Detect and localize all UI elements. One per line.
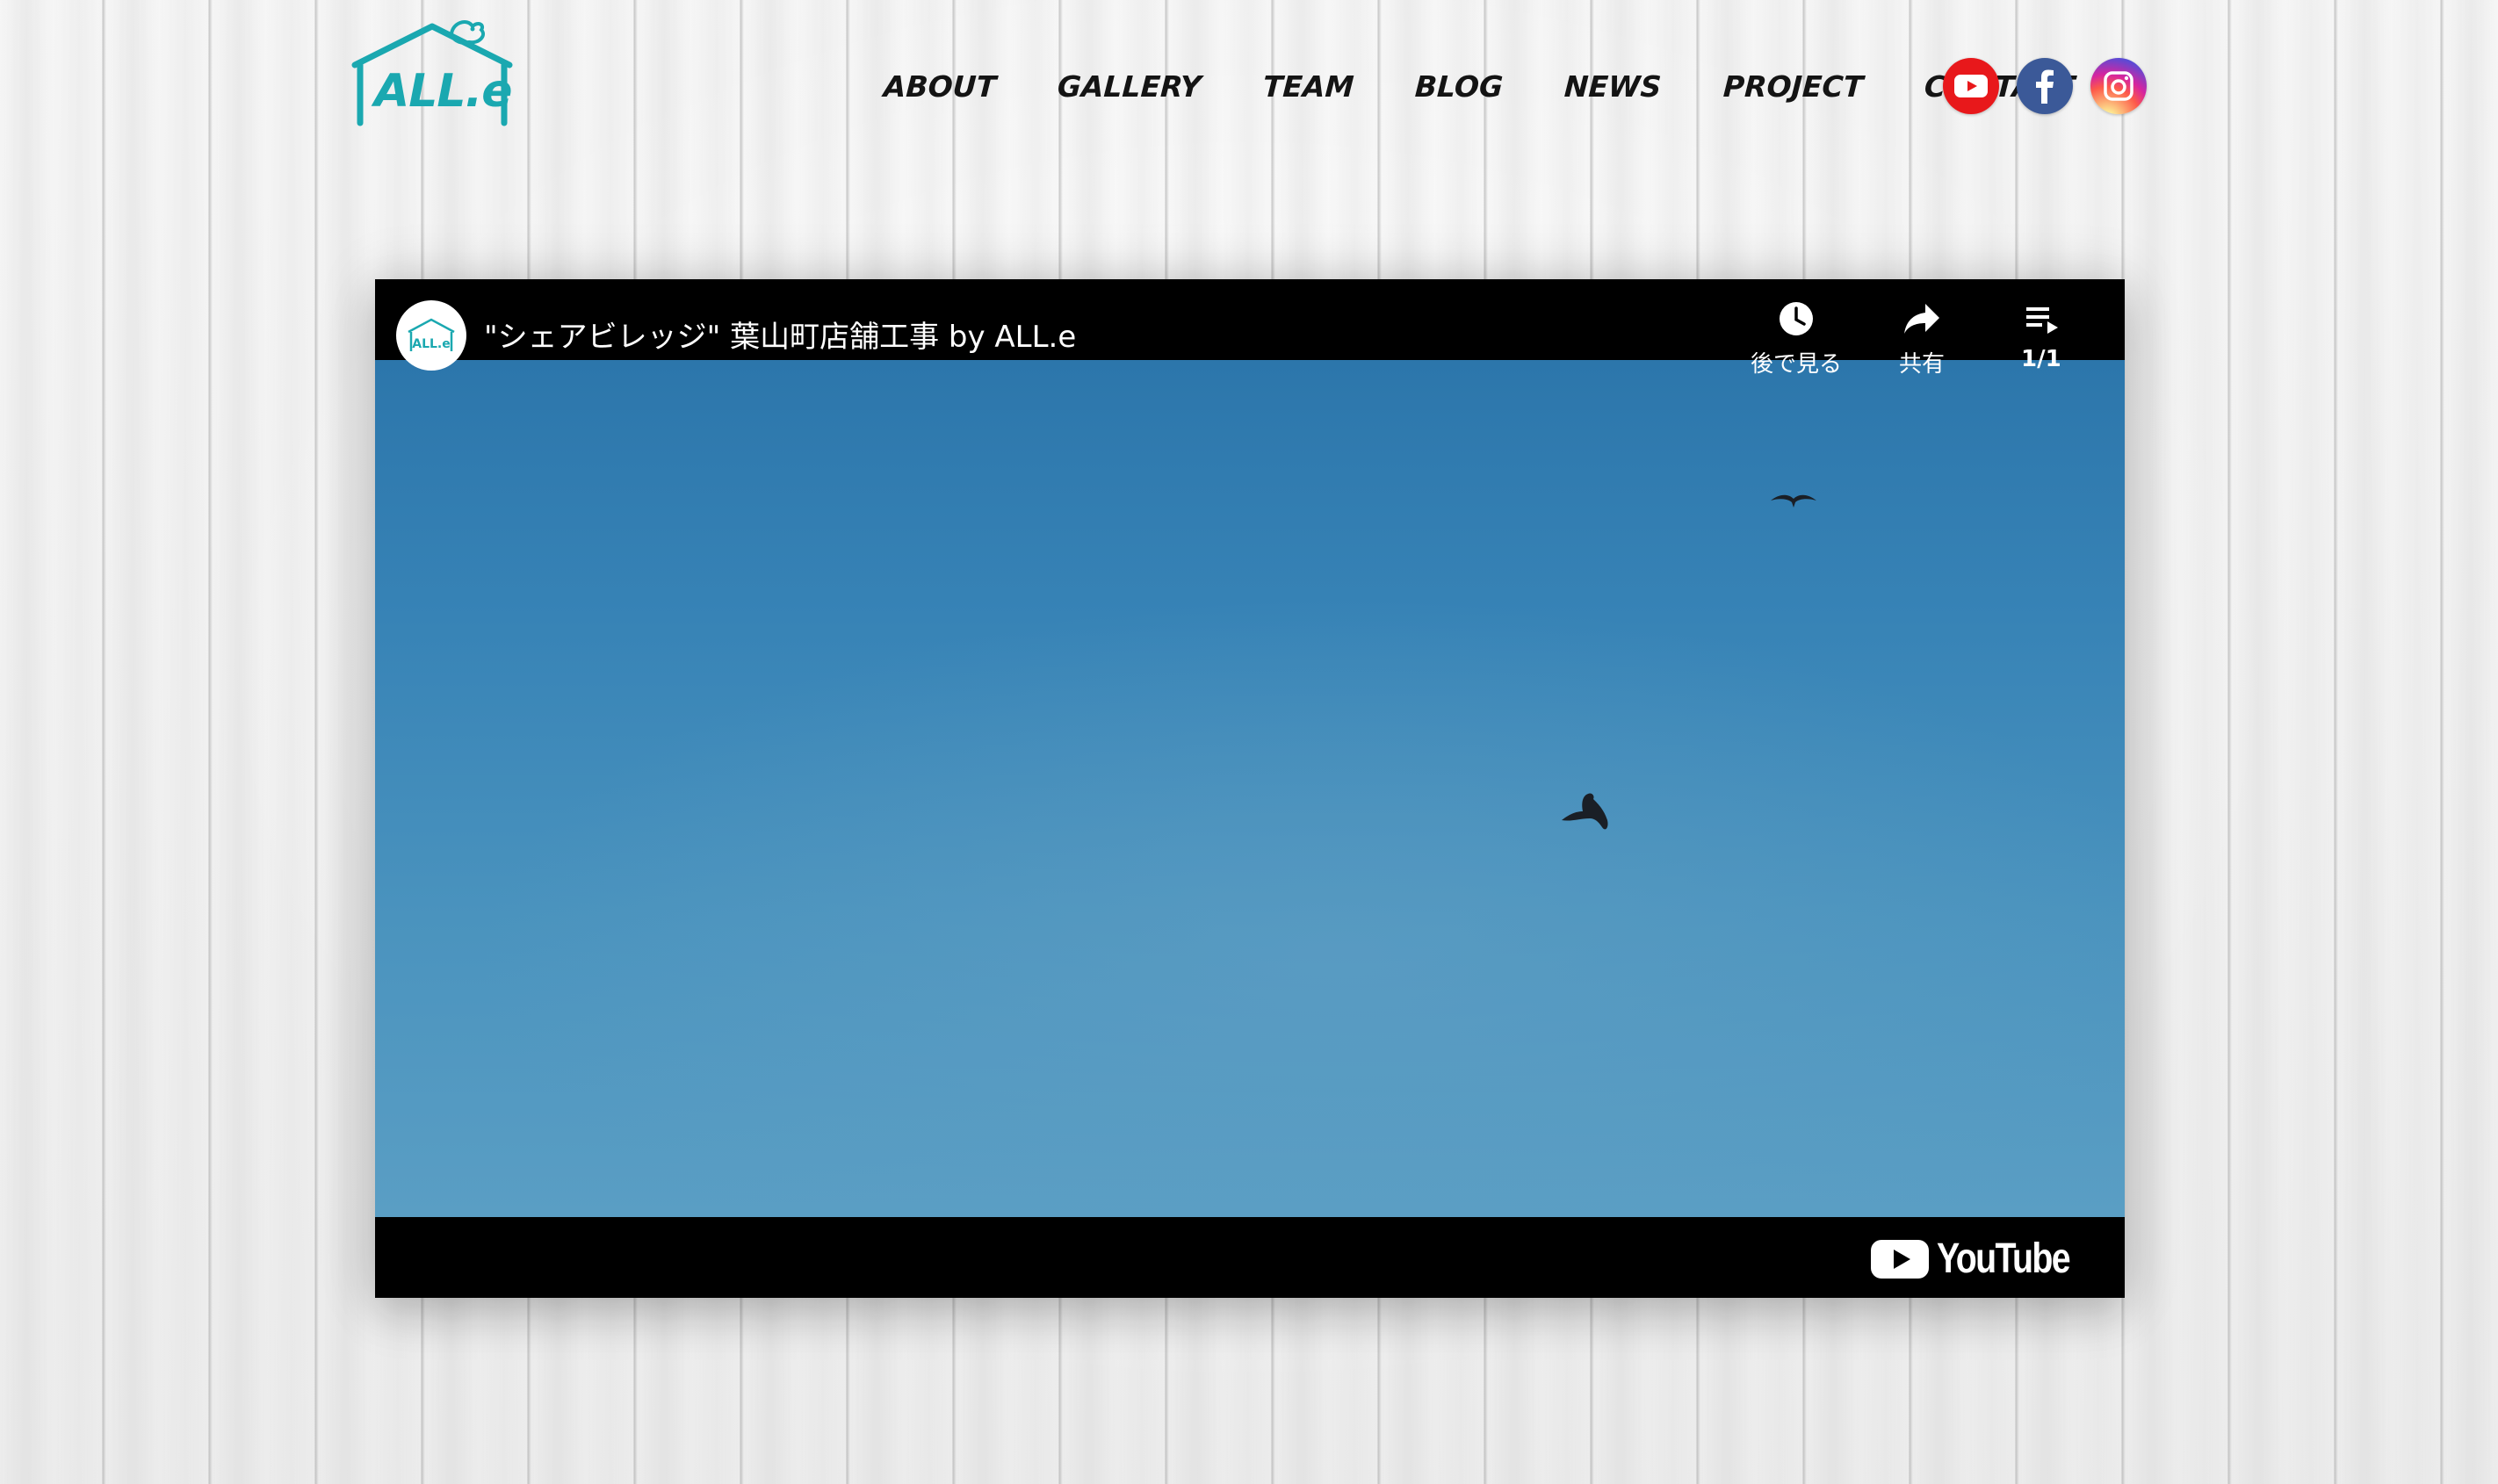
share-label: 共有 [1899, 351, 1946, 378]
youtube-play-icon [1870, 1239, 1929, 1279]
site-logo[interactable]: ALL.e [348, 14, 516, 128]
svg-text:ALL.e: ALL.e [412, 337, 451, 351]
instagram-icon[interactable] [2090, 58, 2147, 114]
video-frame[interactable] [375, 360, 2125, 1217]
nav-news[interactable]: NEWS [1563, 69, 1662, 104]
facebook-icon[interactable] [2017, 58, 2073, 114]
youtube-logo[interactable]: YouTube [1870, 1235, 2098, 1283]
video-top-bar: ALL.e "シェアビレッジ" 葉山町店舗工事 by ALL.e 後で見る 共有 [375, 279, 2125, 378]
social-links [1943, 58, 2147, 114]
bird-icon [1562, 793, 1608, 830]
watch-later-button[interactable]: 後で見る [1751, 300, 1842, 378]
watch-later-label: 後で見る [1751, 351, 1843, 378]
nav-about[interactable]: ABOUT [883, 69, 997, 104]
playlist-button[interactable]: 1/1 [2021, 300, 2061, 372]
nav-gallery[interactable]: GALLERY [1057, 69, 1202, 104]
share-icon [1904, 304, 1939, 334]
video-bottom-bar: YouTube [375, 1217, 2125, 1298]
playlist-icon [2025, 307, 2058, 334]
clock-icon [1780, 302, 1813, 335]
playlist-count: 1/1 [2021, 346, 2061, 372]
channel-avatar[interactable]: ALL.e [396, 300, 466, 371]
main-nav: ABOUT GALLERY TEAM BLOG NEWS PROJECT CON… [883, 63, 2076, 109]
nav-blog[interactable]: BLOG [1414, 69, 1504, 104]
nav-team[interactable]: TEAM [1262, 69, 1354, 104]
logo-text: ALL.e [374, 65, 513, 118]
youtube-embed[interactable]: ALL.e "シェアビレッジ" 葉山町店舗工事 by ALL.e 後で見る 共有 [375, 279, 2125, 1298]
video-title[interactable]: "シェアビレッジ" 葉山町店舗工事 by ALL.e [484, 313, 1076, 356]
youtube-logo-text: YouTube [1936, 1235, 2071, 1282]
share-button[interactable]: 共有 [1899, 300, 1945, 378]
nav-project[interactable]: PROJECT [1722, 69, 1863, 104]
youtube-icon[interactable] [1943, 58, 1999, 114]
bird-icon [1771, 494, 1816, 508]
site-header: ALL.e ABOUT GALLERY TEAM BLOG NEWS PROJE… [0, 0, 2498, 176]
